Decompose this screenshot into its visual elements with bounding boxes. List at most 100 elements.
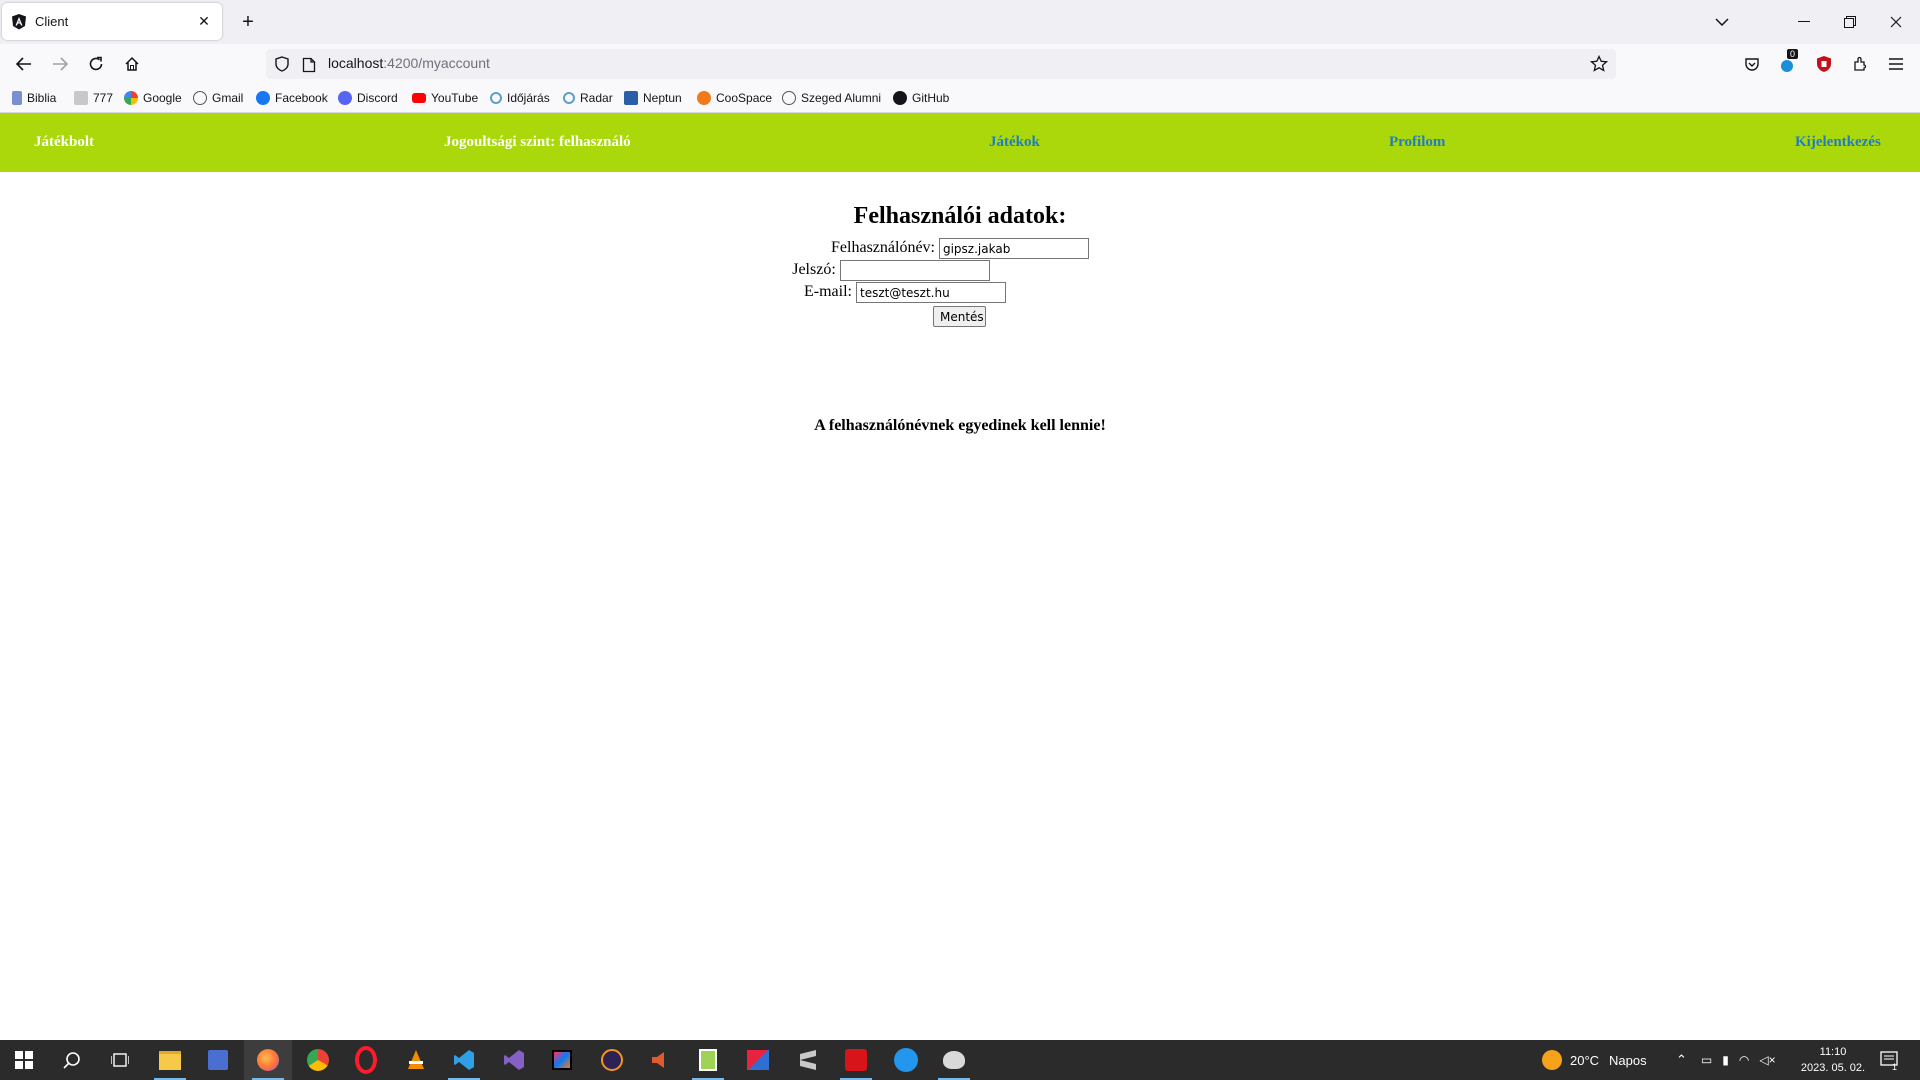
chrome-icon[interactable] bbox=[294, 1040, 342, 1080]
extensions-icon[interactable] bbox=[1850, 54, 1870, 74]
app-header: Játékbolt Jogoultsági szint: felhasználó… bbox=[0, 113, 1920, 172]
bookmark-star-icon[interactable] bbox=[1590, 55, 1608, 73]
search-icon[interactable] bbox=[48, 1040, 96, 1080]
docker-icon[interactable] bbox=[882, 1040, 930, 1080]
notification-icon[interactable]: 1 bbox=[1880, 1040, 1900, 1080]
error-message: A felhasználónévnek egyedinek kell lenni… bbox=[814, 417, 1106, 434]
url-text[interactable]: localhost:4200/myaccount bbox=[328, 55, 490, 71]
brand-title[interactable]: Játékbolt bbox=[34, 134, 94, 151]
intellij-icon[interactable] bbox=[538, 1040, 586, 1080]
vlc-icon[interactable] bbox=[392, 1040, 440, 1080]
tray-icons: ⌃ ▭ ▮ ◠ ◁× bbox=[1676, 1040, 1776, 1080]
visual-studio-icon[interactable] bbox=[490, 1040, 538, 1080]
nav-profile-link[interactable]: Profilom bbox=[1389, 134, 1445, 151]
bookmark-radar[interactable]: Radar bbox=[563, 90, 613, 106]
password-label: Jelszó: bbox=[792, 261, 836, 279]
clock-date: 2023. 05. 02. bbox=[1800, 1062, 1866, 1074]
bookmark-777-icon bbox=[74, 91, 88, 105]
password-row: Jelszó: bbox=[0, 260, 1851, 281]
page-title: Felhasználói adatok: bbox=[853, 203, 1067, 229]
forward-icon[interactable] bbox=[46, 50, 74, 78]
email-field[interactable] bbox=[855, 282, 1006, 303]
password-field[interactable] bbox=[839, 260, 990, 281]
clock-time: 11:10 bbox=[1819, 1046, 1847, 1058]
close-tab-icon[interactable]: ✕ bbox=[192, 10, 216, 34]
bookmark-github[interactable]: GitHub bbox=[893, 90, 949, 106]
username-field[interactable] bbox=[938, 238, 1089, 259]
minimize-icon[interactable] bbox=[1788, 8, 1820, 36]
globe-icon bbox=[782, 91, 796, 105]
save-button[interactable]: Mentés bbox=[933, 306, 986, 327]
radar-icon bbox=[563, 92, 575, 104]
bookmark-777[interactable]: 777 bbox=[74, 90, 113, 106]
bookmark-facebook[interactable]: Facebook bbox=[256, 90, 328, 106]
bookmark-szeged-alumni[interactable]: Szeged Alumni bbox=[782, 90, 881, 106]
ublock-icon[interactable] bbox=[1814, 54, 1834, 74]
weather-widget[interactable]: 20°C Napos bbox=[1542, 1040, 1647, 1080]
pocket-icon[interactable] bbox=[1742, 54, 1762, 74]
eclipse-icon[interactable] bbox=[588, 1040, 636, 1080]
new-tab-icon[interactable]: + bbox=[236, 10, 260, 34]
extension-badge-icon[interactable]: 0 bbox=[1778, 49, 1799, 74]
wifi-icon[interactable]: ◠ bbox=[1739, 1053, 1749, 1067]
restore-icon[interactable] bbox=[1834, 8, 1866, 36]
bookmark-neptun[interactable]: Neptun bbox=[624, 90, 682, 106]
paint-palette-icon[interactable] bbox=[930, 1040, 978, 1080]
tab-title: Client bbox=[35, 14, 69, 29]
battery-icon[interactable]: ▮ bbox=[1722, 1053, 1729, 1067]
username-label: Felhasználónév: bbox=[831, 239, 935, 257]
volume-muted-icon[interactable]: ◁× bbox=[1759, 1053, 1775, 1067]
bookmark-discord[interactable]: Discord bbox=[338, 90, 398, 106]
browser-tab[interactable]: Client ✕ bbox=[2, 3, 222, 40]
file-explorer-icon[interactable] bbox=[146, 1040, 194, 1080]
google-icon bbox=[124, 91, 138, 105]
bookmark-idojaras[interactable]: Időjárás bbox=[490, 90, 550, 106]
vscode-icon[interactable] bbox=[440, 1040, 488, 1080]
list-tabs-icon[interactable] bbox=[1706, 8, 1738, 36]
notification-count: 1 bbox=[1892, 1062, 1898, 1072]
github-icon bbox=[893, 91, 907, 105]
bookmark-coospace[interactable]: CooSpace bbox=[697, 90, 772, 106]
angular-icon bbox=[12, 13, 26, 29]
taskbar: 20°C Napos ⌃ ▭ ▮ ◠ ◁× 11:10 2023. 05. 02… bbox=[0, 1040, 1920, 1080]
home-icon[interactable] bbox=[118, 50, 146, 78]
sublime-icon[interactable] bbox=[784, 1040, 832, 1080]
bookmark-gmail[interactable]: Gmail bbox=[193, 90, 243, 106]
email-row: E-mail: bbox=[0, 282, 1865, 303]
clock[interactable]: 11:10 2023. 05. 02. bbox=[1798, 1044, 1868, 1076]
firefox-icon[interactable] bbox=[244, 1040, 292, 1080]
opera-icon[interactable] bbox=[342, 1040, 390, 1080]
weather-icon bbox=[490, 92, 502, 104]
extension-badge-count: 0 bbox=[1787, 49, 1799, 59]
close-window-icon[interactable] bbox=[1880, 8, 1912, 36]
browser-tab-bar: Client ✕ + bbox=[0, 0, 1920, 44]
weather-temp: 20°C bbox=[1570, 1052, 1600, 1068]
menu-icon[interactable] bbox=[1886, 54, 1906, 74]
windows-start-icon[interactable] bbox=[0, 1040, 48, 1080]
nav-games-link[interactable]: Játékok bbox=[989, 134, 1040, 151]
bookmarks-bar: Biblia 777 Google Gmail Facebook Discord… bbox=[0, 84, 1920, 113]
bookmark-google[interactable]: Google bbox=[124, 90, 182, 106]
save-app-icon[interactable] bbox=[194, 1040, 242, 1080]
back-icon[interactable] bbox=[10, 50, 38, 78]
task-view-icon[interactable] bbox=[96, 1040, 144, 1080]
bookmark-youtube[interactable]: YouTube bbox=[412, 90, 478, 106]
address-bar[interactable]: localhost:4200/myaccount bbox=[266, 49, 1616, 79]
reload-icon[interactable] bbox=[82, 50, 110, 78]
paint-app-icon[interactable] bbox=[734, 1040, 782, 1080]
bookmark-biblia[interactable]: Biblia bbox=[12, 90, 56, 106]
username-row: Felhasználónév: bbox=[0, 238, 1920, 259]
notepad-plus-icon[interactable] bbox=[684, 1040, 732, 1080]
email-label: E-mail: bbox=[804, 283, 852, 301]
coospace-icon bbox=[697, 91, 711, 105]
page-icon bbox=[302, 57, 316, 73]
permission-level: Jogoultsági szint: felhasználó bbox=[444, 134, 631, 150]
shield-icon[interactable] bbox=[274, 56, 290, 72]
audio-app-icon[interactable] bbox=[636, 1040, 684, 1080]
sun-icon bbox=[1542, 1050, 1562, 1070]
acrobat-icon[interactable] bbox=[832, 1040, 880, 1080]
chevron-up-icon[interactable]: ⌃ bbox=[1676, 1052, 1687, 1068]
nav-logout-link[interactable]: Kijelentkezés bbox=[1795, 134, 1881, 151]
meet-now-icon[interactable]: ▭ bbox=[1701, 1053, 1712, 1067]
weather-text: Napos bbox=[1609, 1052, 1647, 1068]
